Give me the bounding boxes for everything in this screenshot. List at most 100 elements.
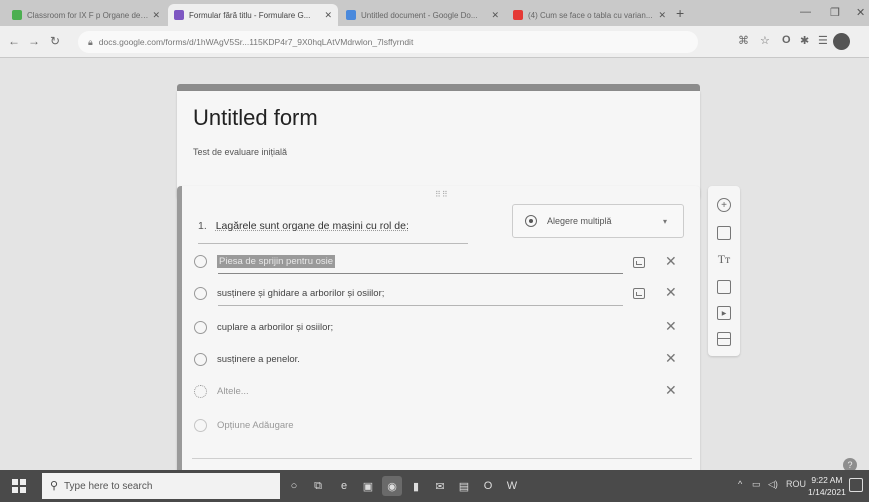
forms-favicon-icon bbox=[174, 10, 184, 20]
remove-option-x-icon[interactable]: ✕ bbox=[665, 382, 677, 399]
window-close-icon[interactable]: ✕ bbox=[856, 6, 865, 19]
option-other-row[interactable]: Altele... bbox=[194, 380, 249, 402]
other-option-text[interactable]: Altele... bbox=[217, 386, 249, 397]
add-video-icon[interactable]: ▶ bbox=[717, 306, 731, 320]
edge-icon[interactable]: e bbox=[334, 476, 354, 496]
form-description[interactable]: Test de evaluare inițială bbox=[193, 147, 287, 157]
add-image-icon[interactable] bbox=[633, 288, 645, 299]
add-section-icon[interactable] bbox=[717, 332, 731, 346]
cortana-icon[interactable]: ○ bbox=[284, 476, 304, 496]
forward-arrow-icon[interactable]: → bbox=[28, 34, 40, 48]
taskbar-search-box[interactable]: ⚲ Type here to search bbox=[42, 473, 280, 499]
close-icon[interactable]: ✕ bbox=[324, 10, 332, 21]
remove-option-x-icon[interactable]: ✕ bbox=[665, 350, 677, 367]
minimize-icon[interactable]: — bbox=[800, 6, 811, 18]
opera-icon[interactable]: O bbox=[478, 476, 498, 496]
remove-option-x-icon[interactable]: ✕ bbox=[665, 253, 677, 270]
add-image-icon[interactable] bbox=[717, 280, 731, 294]
translate-icon[interactable]: ⌘ bbox=[738, 34, 749, 47]
drag-option-icon[interactable]: ⠿ bbox=[177, 286, 183, 295]
option-radio-icon bbox=[194, 320, 207, 334]
add-question-icon[interactable]: + bbox=[717, 198, 731, 212]
option-row[interactable]: Piesa de sprijin pentru osie bbox=[194, 250, 336, 272]
browser-tab-youtube[interactable]: (4) Cum se face o tabla cu varian... ✕ bbox=[507, 4, 672, 26]
option-underline bbox=[218, 305, 623, 306]
option-radio-icon bbox=[194, 352, 207, 366]
task-view-icon[interactable]: ⧉ bbox=[308, 476, 328, 496]
close-icon[interactable]: ✕ bbox=[658, 10, 666, 21]
tab-title: (4) Cum se face o tabla cu varian... bbox=[528, 10, 653, 20]
mail-icon[interactable]: ✉ bbox=[430, 476, 450, 496]
file-explorer-icon[interactable]: ▮ bbox=[406, 476, 426, 496]
question-number: 1. bbox=[198, 220, 207, 232]
browser-tab-docs[interactable]: Untitled document - Google Do... ✕ bbox=[340, 4, 505, 26]
chrome-icon[interactable]: ◉ bbox=[382, 476, 402, 496]
browser-tab-classroom[interactable]: Classroom for IX F p Organe de ... ✕ bbox=[6, 4, 166, 26]
language-indicator[interactable]: ROU bbox=[786, 479, 806, 489]
search-placeholder: Type here to search bbox=[64, 480, 153, 492]
extensions-puzzle-icon[interactable]: ✱ bbox=[800, 34, 809, 47]
opera-extension-icon[interactable]: O bbox=[782, 34, 791, 46]
windows-taskbar: ⚲ Type here to search ○ ⧉ e ▣ ◉ ▮ ✉ ▤ O … bbox=[0, 470, 869, 502]
tab-title: Formular fără titlu - Formulare G... bbox=[189, 10, 311, 20]
option-radio-icon bbox=[194, 254, 207, 268]
notification-center-icon[interactable] bbox=[849, 478, 863, 492]
browser-tab-strip: Classroom for IX F p Organe de ... ✕ For… bbox=[0, 0, 869, 26]
back-arrow-icon[interactable]: ← bbox=[8, 34, 20, 48]
browser-tab-forms[interactable]: Formular fără titlu - Formulare G... ✕ bbox=[168, 4, 338, 26]
question-type-dropdown[interactable]: Alegere multiplă ▾ bbox=[512, 204, 684, 238]
address-bar[interactable]: 🔒︎ docs.google.com/forms/d/1hWAgV5Sr...1… bbox=[78, 31, 698, 53]
option-radio-icon bbox=[194, 384, 207, 398]
tab-title: Untitled document - Google Do... bbox=[361, 10, 478, 20]
question-text: Lagărele sunt organe de mașini cu rol de… bbox=[215, 220, 409, 232]
restore-icon[interactable]: ❐ bbox=[830, 6, 840, 19]
new-tab-plus-icon[interactable]: + bbox=[676, 5, 684, 21]
volume-icon[interactable]: ◁) bbox=[768, 479, 778, 490]
profile-avatar-icon[interactable] bbox=[833, 33, 850, 50]
question-title-field[interactable]: 1. Lagărele sunt organe de mașini cu rol… bbox=[198, 216, 468, 244]
youtube-favicon-icon bbox=[513, 10, 523, 20]
form-title[interactable]: Untitled form bbox=[193, 105, 318, 131]
store-icon[interactable]: ▣ bbox=[358, 476, 378, 496]
import-questions-icon[interactable] bbox=[717, 226, 731, 240]
question-type-label: Alegere multiplă bbox=[547, 216, 612, 226]
tray-chevron-icon[interactable]: ^ bbox=[738, 479, 742, 489]
clock-date: 1/14/2021 bbox=[808, 487, 846, 497]
close-icon[interactable]: ✕ bbox=[491, 10, 499, 21]
form-editor-page: Untitled form Test de evaluare inițială … bbox=[0, 58, 869, 476]
option-row[interactable]: susținere a penelor. bbox=[194, 348, 300, 370]
reading-list-icon[interactable]: ☰ bbox=[818, 34, 828, 47]
browser-toolbar: ← → ↻ 🔒︎ docs.google.com/forms/d/1hWAgV5… bbox=[0, 26, 869, 58]
add-option-link[interactable]: Opțiune Adăugare bbox=[217, 420, 294, 431]
bookmark-star-icon[interactable]: ☆ bbox=[760, 34, 770, 47]
remove-option-x-icon[interactable]: ✕ bbox=[665, 318, 677, 335]
option-text[interactable]: susținere și ghidare a arborilor și osii… bbox=[217, 288, 384, 299]
question-card[interactable]: ⠿⠿ 1. Lagărele sunt organe de mașini cu … bbox=[177, 186, 700, 476]
form-title-card[interactable]: Untitled form Test de evaluare inițială bbox=[177, 91, 700, 201]
option-text[interactable]: susținere a penelor. bbox=[217, 354, 300, 365]
add-option-row[interactable]: Opțiune Adăugare bbox=[194, 414, 294, 436]
tab-title: Classroom for IX F p Organe de ... bbox=[27, 10, 149, 20]
drag-handle-icon[interactable]: ⠿⠿ bbox=[435, 190, 449, 199]
option-row[interactable]: cuplare a arborilor și osiilor; bbox=[194, 316, 333, 338]
side-toolbar: + Tт ▶ bbox=[708, 186, 740, 356]
word-icon[interactable]: W bbox=[502, 476, 522, 496]
option-underline bbox=[218, 273, 623, 274]
remove-option-x-icon[interactable]: ✕ bbox=[665, 284, 677, 301]
photos-icon[interactable]: ▤ bbox=[454, 476, 474, 496]
battery-icon[interactable]: ▭ bbox=[752, 479, 761, 490]
option-text[interactable]: cuplare a arborilor și osiilor; bbox=[217, 322, 333, 333]
docs-favicon-icon bbox=[346, 10, 356, 20]
option-text[interactable]: Piesa de sprijin pentru osie bbox=[217, 254, 336, 268]
windows-start-icon[interactable] bbox=[12, 479, 26, 493]
close-icon[interactable]: ✕ bbox=[152, 10, 160, 21]
url-text: docs.google.com/forms/d/1hWAgV5Sr...115K… bbox=[98, 37, 414, 47]
option-row[interactable]: susținere și ghidare a arborilor și osii… bbox=[194, 282, 384, 304]
add-title-icon[interactable]: Tт bbox=[717, 252, 731, 266]
system-clock[interactable]: 9:22 AM 1/14/2021 bbox=[808, 474, 846, 498]
reload-icon[interactable]: ↻ bbox=[50, 34, 60, 48]
form-header-accent bbox=[177, 84, 700, 91]
radio-button-icon bbox=[525, 215, 537, 227]
option-radio-icon bbox=[194, 286, 207, 300]
add-image-icon[interactable] bbox=[633, 257, 645, 268]
